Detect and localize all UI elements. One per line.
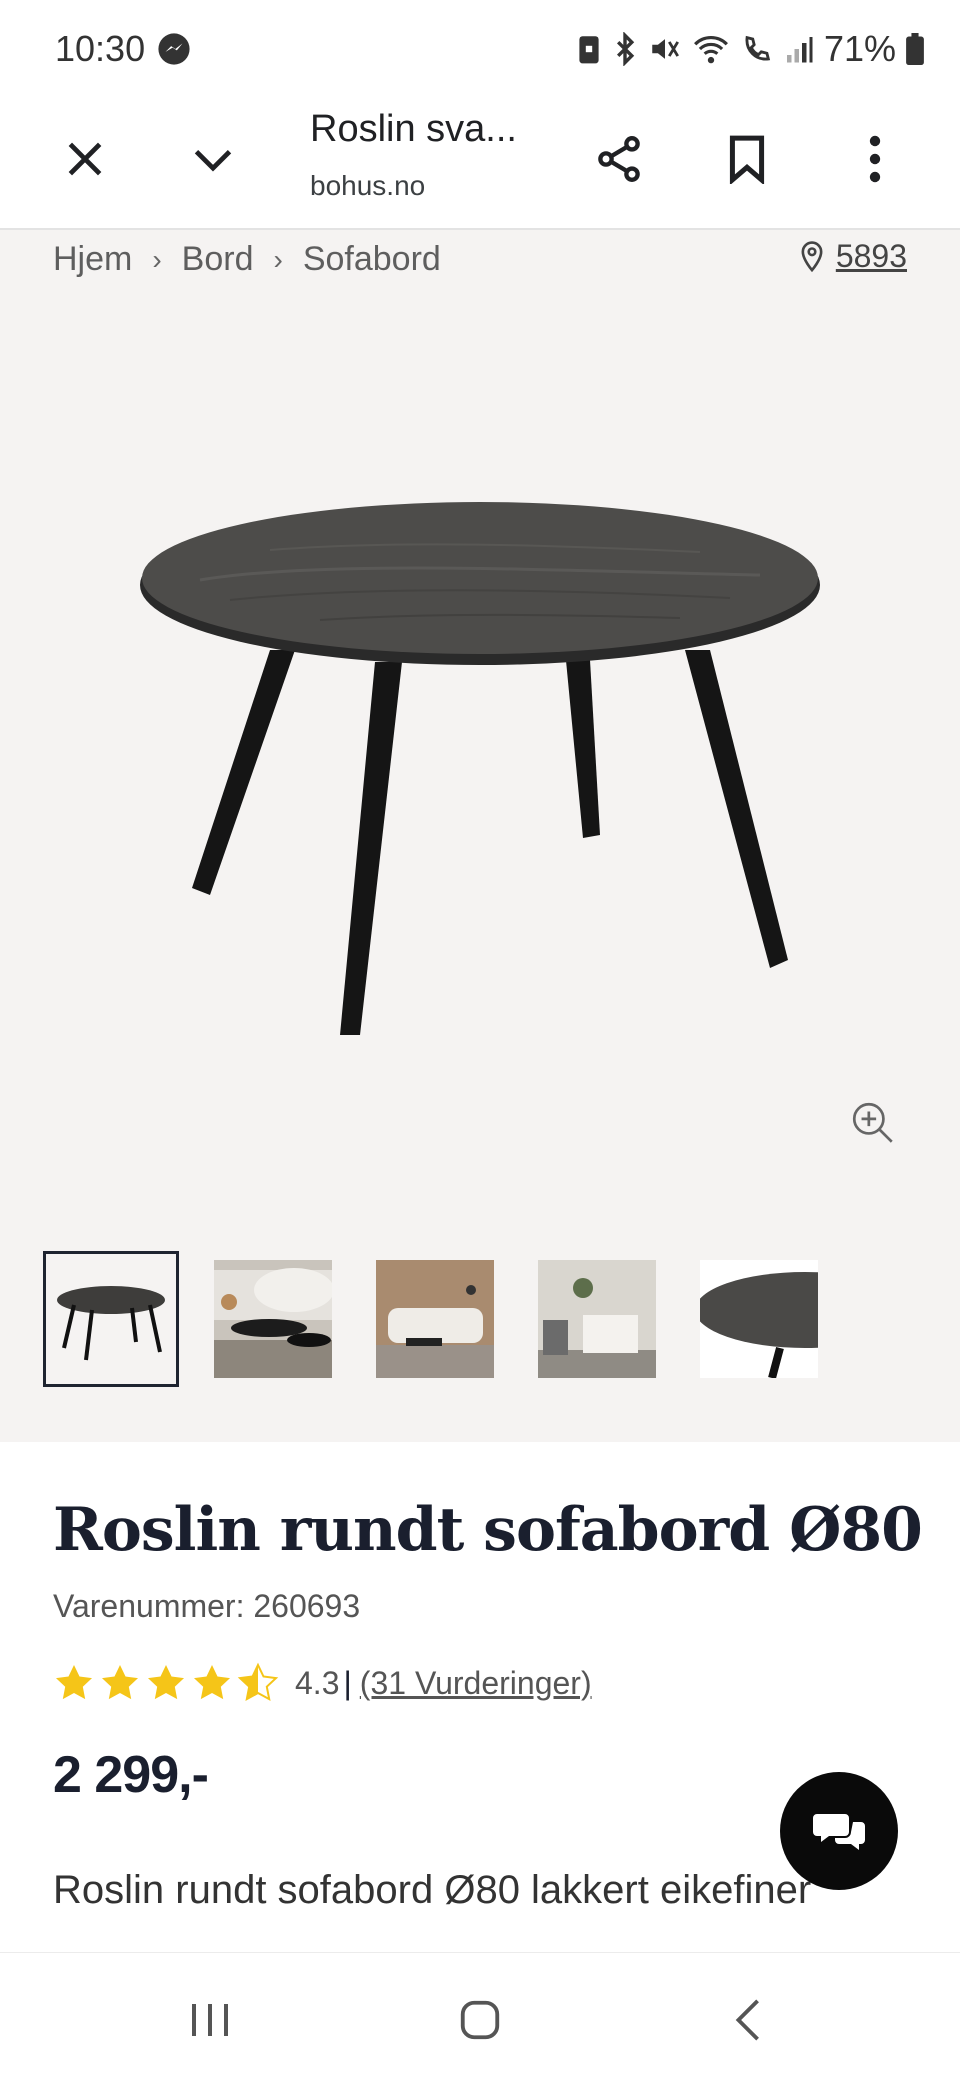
thumbnail-4[interactable] xyxy=(538,1260,656,1378)
location-pin-icon xyxy=(801,240,823,272)
rating-value: 4.3 xyxy=(295,1664,340,1701)
battery-saver-icon xyxy=(579,36,599,64)
product-price: 2 299,- xyxy=(53,1746,209,1804)
home-icon xyxy=(460,2000,500,2040)
bookmark-button[interactable] xyxy=(702,114,792,204)
page-title[interactable]: Roslin sva... xyxy=(310,108,517,151)
zoom-button[interactable] xyxy=(848,1098,898,1153)
close-button[interactable] xyxy=(40,114,130,204)
product-rating[interactable]: 4.3 | (31 Vurderinger) xyxy=(53,1662,592,1704)
half-star-icon xyxy=(239,1664,277,1701)
expand-button[interactable] xyxy=(168,114,258,204)
more-vert-icon xyxy=(869,135,881,183)
share-button[interactable] xyxy=(574,114,664,204)
product-title: Roslin rundt sofabord Ø80 xyxy=(53,1495,923,1565)
rating-separator: | xyxy=(343,1664,352,1701)
bookmark-icon xyxy=(729,135,765,184)
wifi-icon xyxy=(693,36,728,64)
breadcrumb: Hjem › Bord › Sofabord xyxy=(53,240,441,279)
thumbnail-2[interactable] xyxy=(214,1260,332,1378)
messenger-icon xyxy=(158,33,190,65)
chevron-right-icon: › xyxy=(152,243,162,275)
breadcrumb-sofabord[interactable]: Sofabord xyxy=(303,240,441,279)
home-button[interactable] xyxy=(440,1980,520,2060)
breadcrumb-bord[interactable]: Bord xyxy=(182,240,254,279)
recent-apps-icon xyxy=(192,2004,228,2036)
more-options-button[interactable] xyxy=(830,114,920,204)
chat-button[interactable] xyxy=(780,1772,898,1890)
star-icon xyxy=(148,1665,184,1700)
signal-icon xyxy=(786,37,813,63)
star-rating xyxy=(56,1664,277,1701)
wifi-calling-icon xyxy=(745,35,771,61)
breadcrumb-home[interactable]: Hjem xyxy=(53,240,132,279)
thumbnail-strip xyxy=(43,1251,818,1387)
star-icon xyxy=(56,1665,92,1700)
mute-icon xyxy=(652,39,679,59)
share-icon xyxy=(598,136,640,182)
recent-apps-button[interactable] xyxy=(170,1980,250,2060)
close-icon xyxy=(68,142,102,176)
status-icons: 71% xyxy=(576,28,924,70)
thumbnail-1[interactable] xyxy=(43,1251,179,1387)
browser-toolbar: Roslin sva... bohus.no xyxy=(0,90,960,230)
thumbnail-5[interactable] xyxy=(700,1260,818,1378)
product-sku: Varenummer: 260693 xyxy=(53,1588,361,1624)
battery-percent: 71% xyxy=(823,28,896,69)
product-main-image[interactable] xyxy=(120,490,840,1050)
reviews-link[interactable]: (31 Vurderinger) xyxy=(360,1665,592,1702)
url-text[interactable]: bohus.no xyxy=(310,170,425,202)
battery-icon xyxy=(906,33,924,65)
back-icon xyxy=(735,1999,759,2041)
chevron-down-icon xyxy=(194,149,232,172)
product-description: Roslin rundt sofabord Ø80 lakkert eikefi… xyxy=(53,1868,812,1912)
chat-icon xyxy=(813,1814,865,1850)
back-button[interactable] xyxy=(708,1980,788,2060)
bluetooth-icon xyxy=(616,32,635,66)
chevron-right-icon: › xyxy=(273,243,283,275)
clock: 10:30 xyxy=(55,28,146,69)
thumbnail-3[interactable] xyxy=(376,1260,494,1378)
star-icon xyxy=(194,1665,230,1700)
status-time: 10:30 xyxy=(55,28,191,70)
zoom-in-icon xyxy=(852,1102,893,1143)
location-code[interactable]: 5893 xyxy=(836,238,907,275)
store-location[interactable]: 5893 xyxy=(798,238,907,275)
star-icon xyxy=(102,1665,138,1700)
